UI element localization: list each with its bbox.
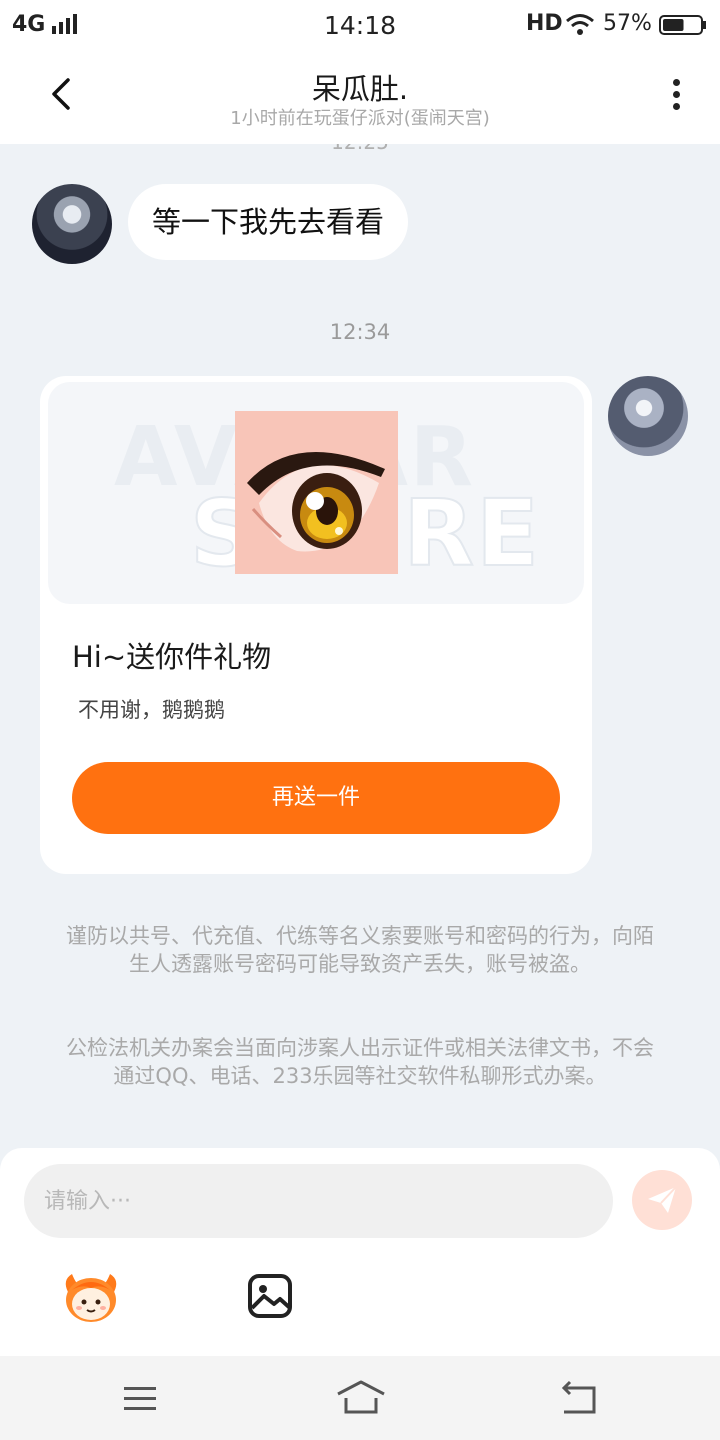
send-again-button[interactable]: 再送一件 bbox=[72, 762, 560, 834]
status-bar: 4G 14:18 HD 57% bbox=[0, 0, 720, 52]
timestamp: 12:34 bbox=[329, 320, 391, 344]
gift-message: 不用谢，鹅鹅鹅 bbox=[78, 698, 225, 722]
system-nav-bar bbox=[0, 1356, 720, 1440]
wifi-icon bbox=[566, 14, 594, 35]
eye-icon bbox=[247, 451, 385, 552]
battery-percent: 57% bbox=[603, 11, 652, 36]
image-icon[interactable] bbox=[246, 1272, 294, 1320]
gift-title: Hi~送你件礼物 bbox=[72, 640, 272, 674]
my-avatar[interactable] bbox=[608, 376, 688, 456]
chat-area[interactable]: 12:25 等一下我先去看看 12:34 AVATAR STORE bbox=[0, 144, 720, 1148]
paper-plane-icon bbox=[648, 1186, 677, 1213]
back-icon[interactable] bbox=[556, 1380, 602, 1418]
menu-icon[interactable] bbox=[118, 1382, 162, 1416]
timestamp: 12:25 bbox=[0, 144, 720, 154]
chat-header: 呆瓜肚. 1小时前在玩蛋仔派对(蛋闹天宫) bbox=[0, 52, 720, 144]
input-panel bbox=[0, 1148, 720, 1356]
message-bubble[interactable]: 等一下我先去看看 bbox=[128, 184, 409, 260]
message-input-container[interactable] bbox=[24, 1164, 613, 1238]
home-icon[interactable] bbox=[334, 1378, 388, 1418]
security-notice: 谨防以共号、代充值、代练等名义索要账号和密码的行为，向陌生人透露账号密码可能导致… bbox=[66, 924, 654, 976]
eye-item-image bbox=[235, 411, 398, 574]
contact-avatar[interactable] bbox=[32, 184, 112, 264]
send-button[interactable] bbox=[632, 1170, 692, 1230]
more-vertical-icon bbox=[660, 79, 692, 110]
more-button[interactable] bbox=[660, 74, 692, 118]
message-input[interactable] bbox=[24, 1164, 613, 1238]
battery-icon bbox=[659, 15, 706, 35]
hd-indicator: HD bbox=[526, 11, 563, 36]
mascot-emoji-icon[interactable] bbox=[60, 1268, 122, 1324]
contact-status: 1小时前在玩蛋仔派对(蛋闹天宫) bbox=[230, 108, 490, 129]
gift-image: AVATAR STORE bbox=[48, 382, 584, 604]
contact-name: 呆瓜肚. bbox=[311, 72, 409, 106]
security-notice: 公检法机关办案会当面向涉案人出示证件或相关法律文书，不会通过QQ、电话、233乐… bbox=[66, 1036, 654, 1088]
gift-card[interactable]: AVATAR STORE Hi~送你件礼物 不用谢，鹅鹅鹅 再送一件 bbox=[40, 376, 592, 874]
